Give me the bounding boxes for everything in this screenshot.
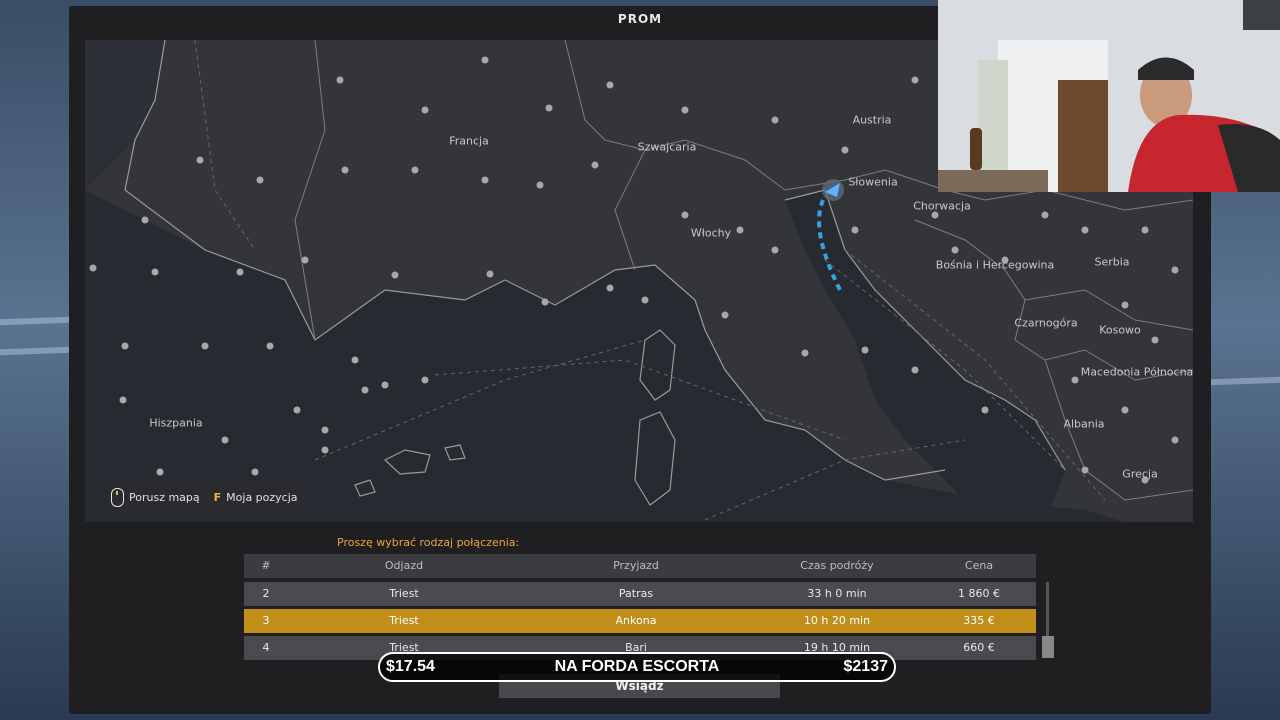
mouse-icon [111,487,124,507]
row-travel-time: 33 h 0 min [807,587,867,600]
overlay-target-amount: $2137 [843,658,889,675]
row-arrival: Ankona [615,614,657,627]
legend-move-map: Porusz mapą [111,487,200,507]
legend-move-map-label: Porusz mapą [129,490,200,504]
connection-prompt: Proszę wybrać rodzaj połączenia: [337,536,520,549]
column-header: Cena [964,559,994,572]
background-streak [1211,376,1280,386]
table-header: # Odjazd Przyjazd Czas podróży Cena [244,554,1036,578]
column-header: Czas podróży [800,559,874,572]
f-key-icon: F [213,490,222,504]
country-label: Hiszpania [149,416,203,430]
background-streak [0,316,70,326]
column-header: # [261,559,271,572]
row-departure: Triest [389,614,419,627]
background-streak [0,346,70,356]
overlay-goal-text: NA FORDA ESCORTA [554,658,720,675]
country-label: Grecja [1122,467,1158,481]
overlay-current-amount: $17.54 [386,658,435,675]
legend-my-position-label: Moja pozycja [226,490,298,504]
country-label: Słowenia [848,175,898,189]
table-row-selected[interactable]: 3 Triest Ankona 10 h 20 min 335 € [244,609,1036,633]
row-number: 2 [262,587,270,600]
webcam-feed [938,0,1280,192]
column-header: Przyjazd [613,559,659,572]
country-label: Macedonia Północna [1080,365,1193,379]
row-price: 660 € [963,641,995,654]
column-header: Odjazd [384,559,424,572]
row-travel-time: 10 h 20 min [803,614,871,627]
connections-table: # Odjazd Przyjazd Czas podróży Cena 2 Tr… [244,554,1036,663]
country-label: Albania [1063,417,1105,431]
country-label: Chorwacja [913,199,971,213]
row-arrival: Patras [618,587,654,600]
row-number: 4 [262,641,270,654]
table-scroll-thumb[interactable] [1042,636,1054,658]
map-legend: Porusz mapą F Moja pozycja [103,480,306,514]
country-label: Włochy [690,226,732,240]
stream-donation-overlay: NA FORDA ESCORTA $17.54 $2137 [378,652,896,682]
legend-my-position[interactable]: F Moja pozycja [214,491,298,504]
country-label: Kosowo [1099,323,1141,337]
country-label: Serbia [1094,255,1130,269]
country-label: Bośnia i Hercegowina [935,258,1055,272]
table-row[interactable]: 2 Triest Patras 33 h 0 min 1 860 € [244,582,1036,606]
row-price: 1 860 € [958,587,1000,600]
country-label: Austria [852,113,892,127]
webcam-image [938,0,1280,192]
country-label: Szwajcaria [637,140,697,154]
row-departure: Triest [389,587,419,600]
row-number: 3 [262,614,270,627]
row-price: 335 € [963,614,995,627]
country-label: Francja [449,134,489,148]
country-label: Czarnogóra [1014,316,1078,330]
